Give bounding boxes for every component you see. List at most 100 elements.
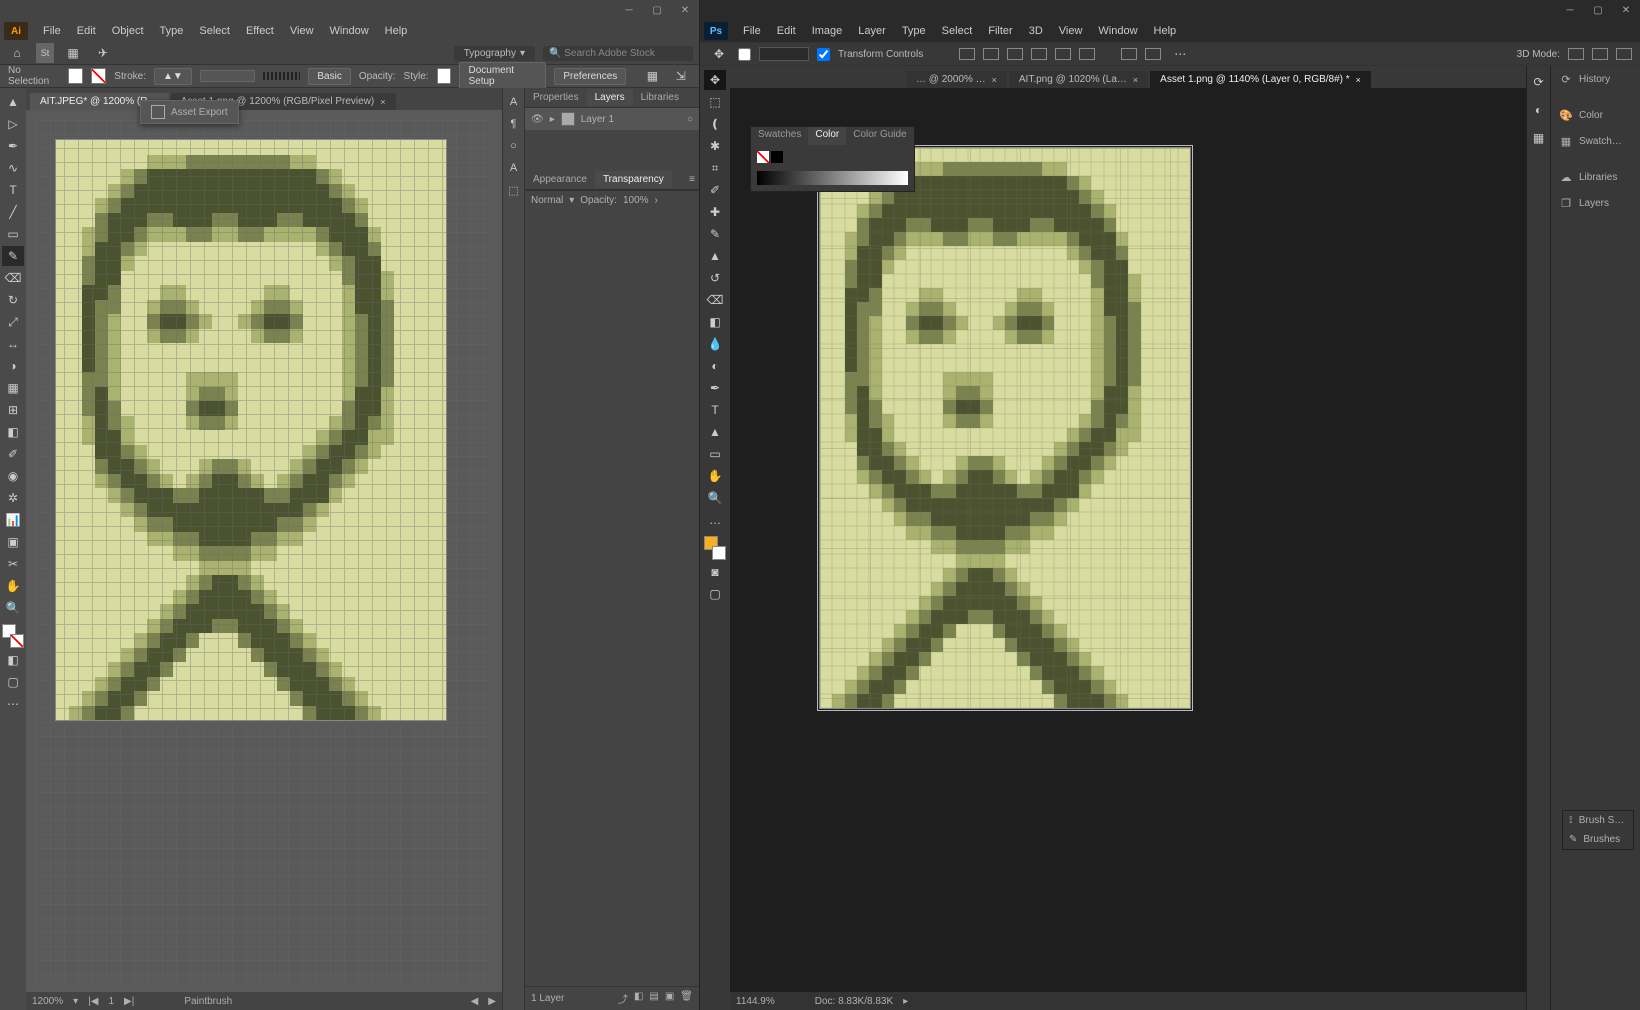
hand-tool-icon[interactable]: ✋ xyxy=(704,466,726,486)
align-left-icon[interactable] xyxy=(959,48,975,60)
artboard-nav-next-icon[interactable]: ▶| xyxy=(124,996,134,1007)
ps-menu-type[interactable]: Type xyxy=(895,23,933,39)
artboard-nav-prev-icon[interactable]: |◀ xyxy=(88,996,98,1007)
locate-icon[interactable]: ⤴ xyxy=(618,991,628,1006)
close-icon[interactable]: × xyxy=(380,97,385,107)
new-layer-icon[interactable]: ▣ xyxy=(665,991,674,1006)
ps-doc-tab-2[interactable]: AIT.png @ 1020% (La…× xyxy=(1009,71,1148,88)
ai-zoom-value[interactable]: 1200% xyxy=(32,996,63,1007)
status-arrow-icon[interactable]: ▸ xyxy=(903,996,908,1007)
ai-menu-select[interactable]: Select xyxy=(192,23,237,39)
new-sublayer-icon[interactable]: ▤ xyxy=(649,991,658,1006)
paragraph-panel-icon[interactable]: ¶ xyxy=(506,116,522,132)
home-icon[interactable]: ⌂ xyxy=(6,43,28,63)
ai-canvas[interactable] xyxy=(26,110,502,992)
tab-properties[interactable]: Properties xyxy=(525,89,587,106)
ps-menu-file[interactable]: File xyxy=(736,23,768,39)
blend-mode-dropdown[interactable]: Normal xyxy=(531,195,563,206)
shape-builder-tool-icon[interactable]: ◑ xyxy=(2,356,24,376)
ai-bg-swatch[interactable] xyxy=(10,634,24,648)
blend-tool-icon[interactable]: ◉ xyxy=(2,466,24,486)
3d-slide-icon[interactable] xyxy=(1616,48,1632,60)
align-hcenter-icon[interactable] xyxy=(983,48,999,60)
screen-mode-icon[interactable]: ▢ xyxy=(704,584,726,604)
ai-menu-window[interactable]: Window xyxy=(323,23,376,39)
ai-scroll-left-icon[interactable]: ◀ xyxy=(471,996,479,1007)
stroke-weight-stepper[interactable]: ▲▼ xyxy=(154,68,192,85)
make-clip-icon[interactable]: ◧ xyxy=(634,991,643,1006)
column-graph-tool-icon[interactable]: 📊 xyxy=(2,510,24,530)
adjustments-icon[interactable]: ◐ xyxy=(1528,100,1550,120)
ai-fgbg-colors[interactable] xyxy=(2,624,24,648)
pen-tool-icon[interactable]: ✒ xyxy=(2,136,24,156)
blur-tool-icon[interactable]: 💧 xyxy=(704,334,726,354)
slice-tool-icon[interactable]: ✂ xyxy=(2,554,24,574)
selection-tool-icon[interactable]: ▲ xyxy=(2,92,24,112)
ps-menu-window[interactable]: Window xyxy=(1091,23,1144,39)
auto-select-dropdown[interactable] xyxy=(759,47,809,61)
expand-arrow-icon[interactable]: ▸ xyxy=(550,114,555,125)
ps-doc-tab-1[interactable]: … @ 2000% …× xyxy=(906,71,1007,88)
panel-menu-icon[interactable]: ≡ xyxy=(689,174,699,185)
close-icon[interactable]: × xyxy=(992,75,997,85)
preferences-button[interactable]: Preferences xyxy=(554,68,626,85)
quick-mask-icon[interactable]: ◙ xyxy=(704,562,726,582)
stock-icon[interactable]: St xyxy=(36,43,54,63)
chevron-down-icon[interactable]: ▾ xyxy=(569,195,574,206)
opacity-value[interactable]: 100% xyxy=(623,195,649,206)
eyedropper-tool-icon[interactable]: ✐ xyxy=(2,444,24,464)
align-icon[interactable]: ▦ xyxy=(642,66,662,86)
tab-transparency[interactable]: Transparency xyxy=(595,171,672,188)
direct-selection-tool-icon[interactable]: ▷ xyxy=(2,114,24,134)
close-icon[interactable]: ✕ xyxy=(1618,3,1634,17)
maximize-icon[interactable]: ▢ xyxy=(649,3,665,17)
styles-icon[interactable]: ▦ xyxy=(1528,128,1550,148)
clone-stamp-tool-icon[interactable]: ▲ xyxy=(704,246,726,266)
stock-search-input[interactable]: 🔍 Search Adobe Stock xyxy=(543,46,693,61)
line-tool-icon[interactable]: ╱ xyxy=(2,202,24,222)
more-align-icon[interactable]: ⋯ xyxy=(1169,44,1191,64)
edit-toolbar-icon[interactable]: … xyxy=(704,510,726,530)
variable-width-profile[interactable] xyxy=(263,72,300,80)
ps-menu-help[interactable]: Help xyxy=(1147,23,1184,39)
eyedropper-tool-icon[interactable]: ✐ xyxy=(704,180,726,200)
align-right-icon[interactable] xyxy=(1007,48,1023,60)
zoom-tool-icon[interactable]: 🔍 xyxy=(2,598,24,618)
dodge-tool-icon[interactable]: ◐ xyxy=(704,356,726,376)
tab-swatches[interactable]: Swatches xyxy=(751,127,808,145)
ai-artboard[interactable] xyxy=(56,140,446,720)
ps-menu-select[interactable]: Select xyxy=(935,23,980,39)
ps-menu-edit[interactable]: Edit xyxy=(770,23,803,39)
opacity-slider-icon[interactable]: › xyxy=(655,195,658,206)
ps-bg-swatch[interactable] xyxy=(712,546,726,560)
ai-menu-file[interactable]: File xyxy=(36,23,68,39)
ai-menu-type[interactable]: Type xyxy=(153,23,191,39)
rectangle-shape-tool-icon[interactable]: ▭ xyxy=(704,444,726,464)
tab-color-guide[interactable]: Color Guide xyxy=(846,127,913,145)
ai-menu-effect[interactable]: Effect xyxy=(239,23,281,39)
panel-history[interactable]: ⟳History xyxy=(1551,66,1640,92)
doc-setup-button[interactable]: Document Setup xyxy=(459,62,546,90)
3d-orbit-icon[interactable] xyxy=(1568,48,1584,60)
workspace-dropdown[interactable]: Typography▾ xyxy=(454,46,535,61)
panel-layers[interactable]: ❐Layers xyxy=(1551,190,1640,216)
ps-zoom-value[interactable]: 1144.9% xyxy=(736,996,775,1007)
panel-brush-settings[interactable]: ⟟Brush S… xyxy=(1563,811,1633,830)
history-icon[interactable]: ⟳ xyxy=(1528,72,1550,92)
distribute-v-icon[interactable] xyxy=(1145,48,1161,60)
ps-menu-3d[interactable]: 3D xyxy=(1022,23,1050,39)
history-brush-tool-icon[interactable]: ↺ xyxy=(704,268,726,288)
close-icon[interactable]: × xyxy=(1133,75,1138,85)
brush-def-dropdown[interactable] xyxy=(200,70,256,82)
chevron-down-icon[interactable]: ▾ xyxy=(73,996,78,1007)
stroke-swatch[interactable] xyxy=(91,68,106,84)
panel-swatches[interactable]: ▦Swatch… xyxy=(1551,128,1640,154)
crop-tool-icon[interactable]: ⌗ xyxy=(704,158,726,178)
ps-canvas[interactable] xyxy=(730,88,1526,992)
layer-row[interactable]: 👁 ▸ Layer 1 ○ xyxy=(525,108,699,130)
ps-doc-size[interactable]: Doc: 8.83K/8.83K xyxy=(815,996,893,1007)
rotate-tool-icon[interactable]: ↻ xyxy=(2,290,24,310)
delete-layer-icon[interactable]: 🗑 xyxy=(680,991,693,1006)
hand-tool-icon[interactable]: ✋ xyxy=(2,576,24,596)
gradient-tool-icon[interactable]: ◧ xyxy=(704,312,726,332)
